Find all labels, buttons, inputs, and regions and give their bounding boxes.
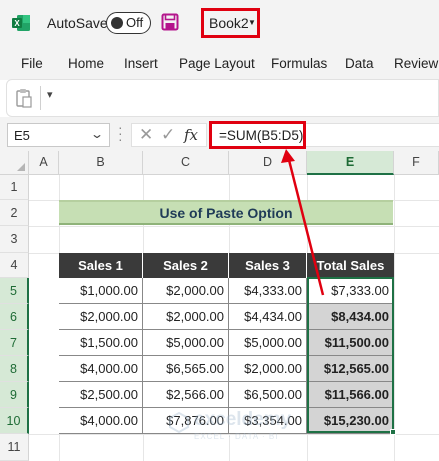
menu-data[interactable]: Data [345,56,374,71]
excel-logo-icon: X [12,15,30,31]
selection-range [307,277,394,433]
table-header-sales-2[interactable]: Sales 2 [143,253,229,278]
svg-text:X: X [14,19,20,28]
row-header-4[interactable]: 4 [0,253,29,278]
table-cell[interactable]: $4,000.00 [59,408,143,434]
save-icon[interactable] [161,13,179,31]
watermark-tagline: EXCEL · DATA · BI [194,432,279,441]
drag-handle-icon[interactable]: · · · [118,120,124,146]
menu-review[interactable]: Review [394,56,438,71]
row-header-2[interactable]: 2 [0,200,29,226]
table-cell[interactable]: $1,500.00 [59,330,143,356]
gridline [394,175,395,461]
workbook-name: Book2 [209,15,249,31]
table-cell[interactable]: $2,500.00 [59,382,143,408]
paste-icon[interactable] [15,88,33,108]
enter-icon[interactable]: ✓ [161,125,175,145]
table-cell[interactable]: $4,434.00 [229,304,307,330]
table-header-sales-3[interactable]: Sales 3 [229,253,307,278]
table-cell[interactable]: $6,500.00 [229,382,307,408]
table-cell[interactable]: $4,333.00 [229,278,307,304]
row-header-1[interactable]: 1 [0,175,29,200]
watermark: exceldemy EXCEL · DATA · BI [168,407,298,447]
table-cell[interactable]: $4,000.00 [59,356,143,382]
column-header-f[interactable]: F [394,151,439,175]
autosave-state: Off [126,15,144,30]
column-header-b[interactable]: B [59,151,143,175]
table-header-sales-1[interactable]: Sales 1 [59,253,143,278]
fill-handle[interactable] [390,429,396,435]
table-cell[interactable]: $6,565.00 [143,356,229,382]
row-header-3[interactable]: 3 [0,226,29,253]
ribbon-divider [40,86,41,110]
table-cell[interactable]: $1,000.00 [59,278,143,304]
workbook-name-button[interactable]: Book2 ▼ [201,8,260,38]
sheet-title-cell[interactable]: Use of Paste Option [59,200,393,225]
menu-home[interactable]: Home [68,56,104,71]
watermark-name: exceldemy [194,409,292,430]
formula-input-area[interactable] [306,123,439,147]
ribbon [6,79,439,117]
table-cell[interactable]: $2,566.00 [143,382,229,408]
name-box-value: E5 [14,128,30,143]
table-cell[interactable]: $2,000.00 [143,304,229,330]
toggle-knob [111,16,123,29]
insert-function-icon[interactable]: fx [184,126,198,144]
row-header-5[interactable]: 5 [0,278,29,304]
autosave-toggle[interactable]: Off [106,12,151,34]
formula-input[interactable]: =SUM(B5:D5) [209,121,306,149]
select-all-corner[interactable] [0,151,29,175]
row-header-10[interactable]: 10 [0,408,29,434]
table-cell[interactable]: $2,000.00 [59,304,143,330]
row-header-8[interactable]: 8 [0,356,29,382]
formula-text: =SUM(B5:D5) [219,128,304,143]
row-header-7[interactable]: 7 [0,330,29,356]
table-cell[interactable]: $5,000.00 [143,330,229,356]
row-header-9[interactable]: 9 [0,382,29,408]
select-all-icon [17,163,25,171]
column-header-d[interactable]: D [229,151,307,175]
chevron-down-icon: ⌄ [89,127,105,141]
menu-formulas[interactable]: Formulas [271,56,327,71]
cancel-icon[interactable]: ✕ [139,125,153,145]
table-cell[interactable]: $2,000.00 [229,356,307,382]
menu-page-layout[interactable]: Page Layout [179,56,255,71]
row-header-6[interactable]: 6 [0,304,29,330]
autosave-label: AutoSave [47,15,108,31]
name-box[interactable]: E5 ⌄ [7,123,110,147]
formula-tools: ✕ ✓ fx [131,123,207,147]
menu-insert[interactable]: Insert [124,56,158,71]
table-header-total-sales[interactable]: Total Sales [307,253,394,278]
row-header-11[interactable]: 11 [0,434,29,461]
menu-file[interactable]: File [21,56,43,71]
chevron-down-icon: ▼ [248,18,256,27]
table-cell[interactable]: $2,000.00 [143,278,229,304]
table-cell[interactable]: $5,000.00 [229,330,307,356]
customize-qat-button[interactable]: ▾ [47,88,53,101]
column-header-e[interactable]: E [307,151,394,175]
gridline [29,226,439,227]
watermark-logo-icon [169,411,189,433]
column-header-a[interactable]: A [29,151,59,175]
column-header-c[interactable]: C [143,151,229,175]
